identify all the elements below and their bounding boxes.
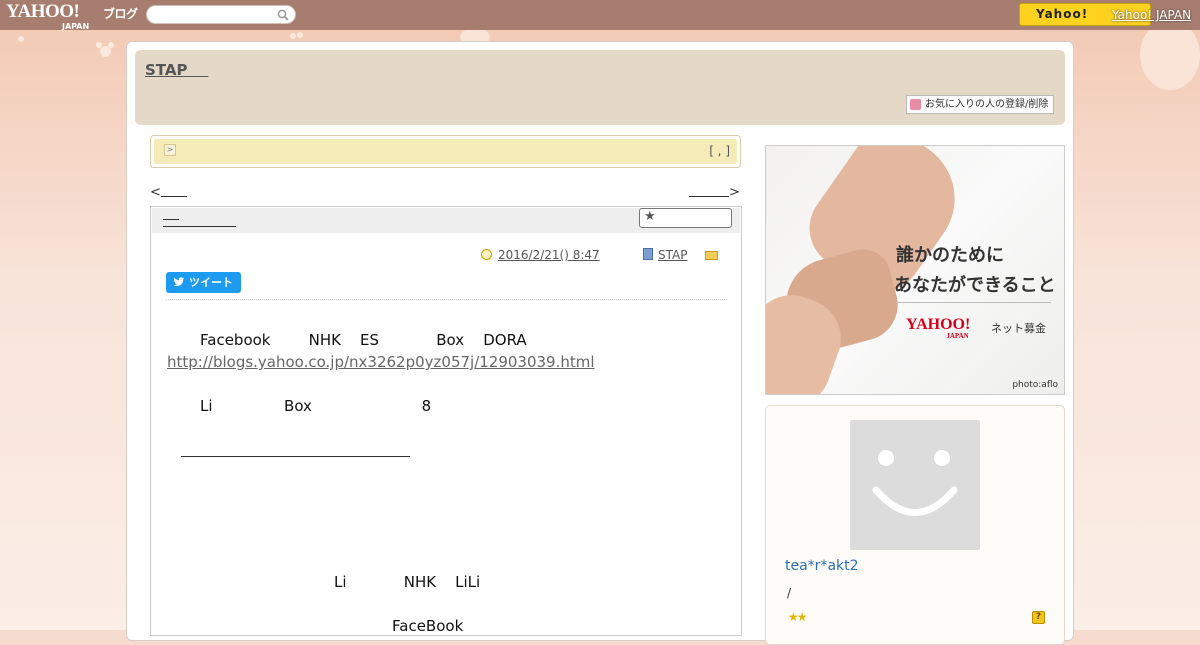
star-icon: ★ bbox=[644, 209, 656, 224]
notice-inner bbox=[154, 139, 737, 164]
heart-icon bbox=[910, 99, 921, 110]
profile-slash: / bbox=[787, 586, 792, 600]
folder-icon[interactable] bbox=[705, 251, 718, 260]
article-datetime[interactable]: 2016/2/21() 8:47 bbox=[498, 248, 600, 262]
ad-headline-2: あなたができること bbox=[894, 275, 1056, 296]
search-icon[interactable] bbox=[277, 9, 289, 21]
ad-headline-1: 誰かのために bbox=[896, 245, 1004, 266]
yahoo-japan-link[interactable]: Yahoo! JAPAN bbox=[1112, 8, 1191, 22]
charity-ad-banner[interactable]: 誰かのために あなたができること YAHOO!JAPAN ネット募金 photo… bbox=[765, 145, 1065, 395]
paw-decor bbox=[18, 36, 24, 42]
article-text-line: FaceBook bbox=[392, 617, 464, 635]
favorites-button[interactable]: お気に入りの人の登録/削除 bbox=[906, 95, 1054, 114]
prev-article-link[interactable]: < bbox=[150, 185, 187, 200]
divider bbox=[166, 299, 727, 300]
horizontal-rule bbox=[181, 456, 410, 457]
profile-username[interactable]: tea*r*akt2 bbox=[785, 558, 859, 574]
twitter-bird-icon bbox=[173, 277, 185, 287]
decor-circle bbox=[1140, 20, 1200, 90]
paw-decor bbox=[297, 32, 303, 38]
notice-brackets[interactable]: [ , ] bbox=[709, 144, 730, 158]
article-text-line: Facebook NHK ES Box DORA bbox=[200, 331, 527, 349]
search-input[interactable] bbox=[146, 5, 296, 24]
book-icon bbox=[643, 248, 653, 260]
article-box bbox=[150, 206, 742, 636]
star-button[interactable]: ★ bbox=[639, 208, 732, 228]
clock-icon bbox=[481, 249, 492, 260]
avatar[interactable] bbox=[850, 420, 980, 550]
yahoo-logo: YAHOO!JAPAN bbox=[906, 316, 971, 340]
article-text-line: Li Box 8 bbox=[200, 397, 432, 415]
yahoo-blog-logo[interactable]: YAHOO! JAPAN ブログ bbox=[6, 2, 138, 32]
article-title-link[interactable] bbox=[163, 213, 236, 227]
tweet-button[interactable]: ツイート bbox=[166, 272, 241, 293]
next-article-link[interactable]: > bbox=[689, 185, 740, 200]
article-category[interactable]: STAP bbox=[658, 248, 687, 262]
smiley-icon bbox=[872, 450, 958, 516]
ad-rule bbox=[896, 302, 1051, 303]
notice-arrow-icon[interactable]: > bbox=[164, 144, 176, 156]
photo-credit: photo:aflo bbox=[1012, 380, 1058, 390]
paw-decor bbox=[290, 33, 296, 39]
paw-decor bbox=[108, 42, 114, 48]
blog-title-link[interactable]: STAP bbox=[145, 61, 208, 79]
help-icon[interactable]: ? bbox=[1032, 611, 1045, 624]
top-bar: YAHOO! JAPAN ブログ Yahoo! Yahoo! JAPAN bbox=[0, 0, 1200, 32]
article-link[interactable]: http://blogs.yahoo.co.jp/nx3262p0yz057j/… bbox=[167, 353, 595, 371]
article-text-line: Li NHK LiLi bbox=[334, 573, 481, 591]
rank-stars-icon: ★★ bbox=[788, 610, 807, 624]
paw-decor bbox=[96, 42, 102, 48]
ad-tag: ネット募金 bbox=[991, 322, 1046, 335]
notice-bar: > [ , ] bbox=[150, 135, 741, 168]
